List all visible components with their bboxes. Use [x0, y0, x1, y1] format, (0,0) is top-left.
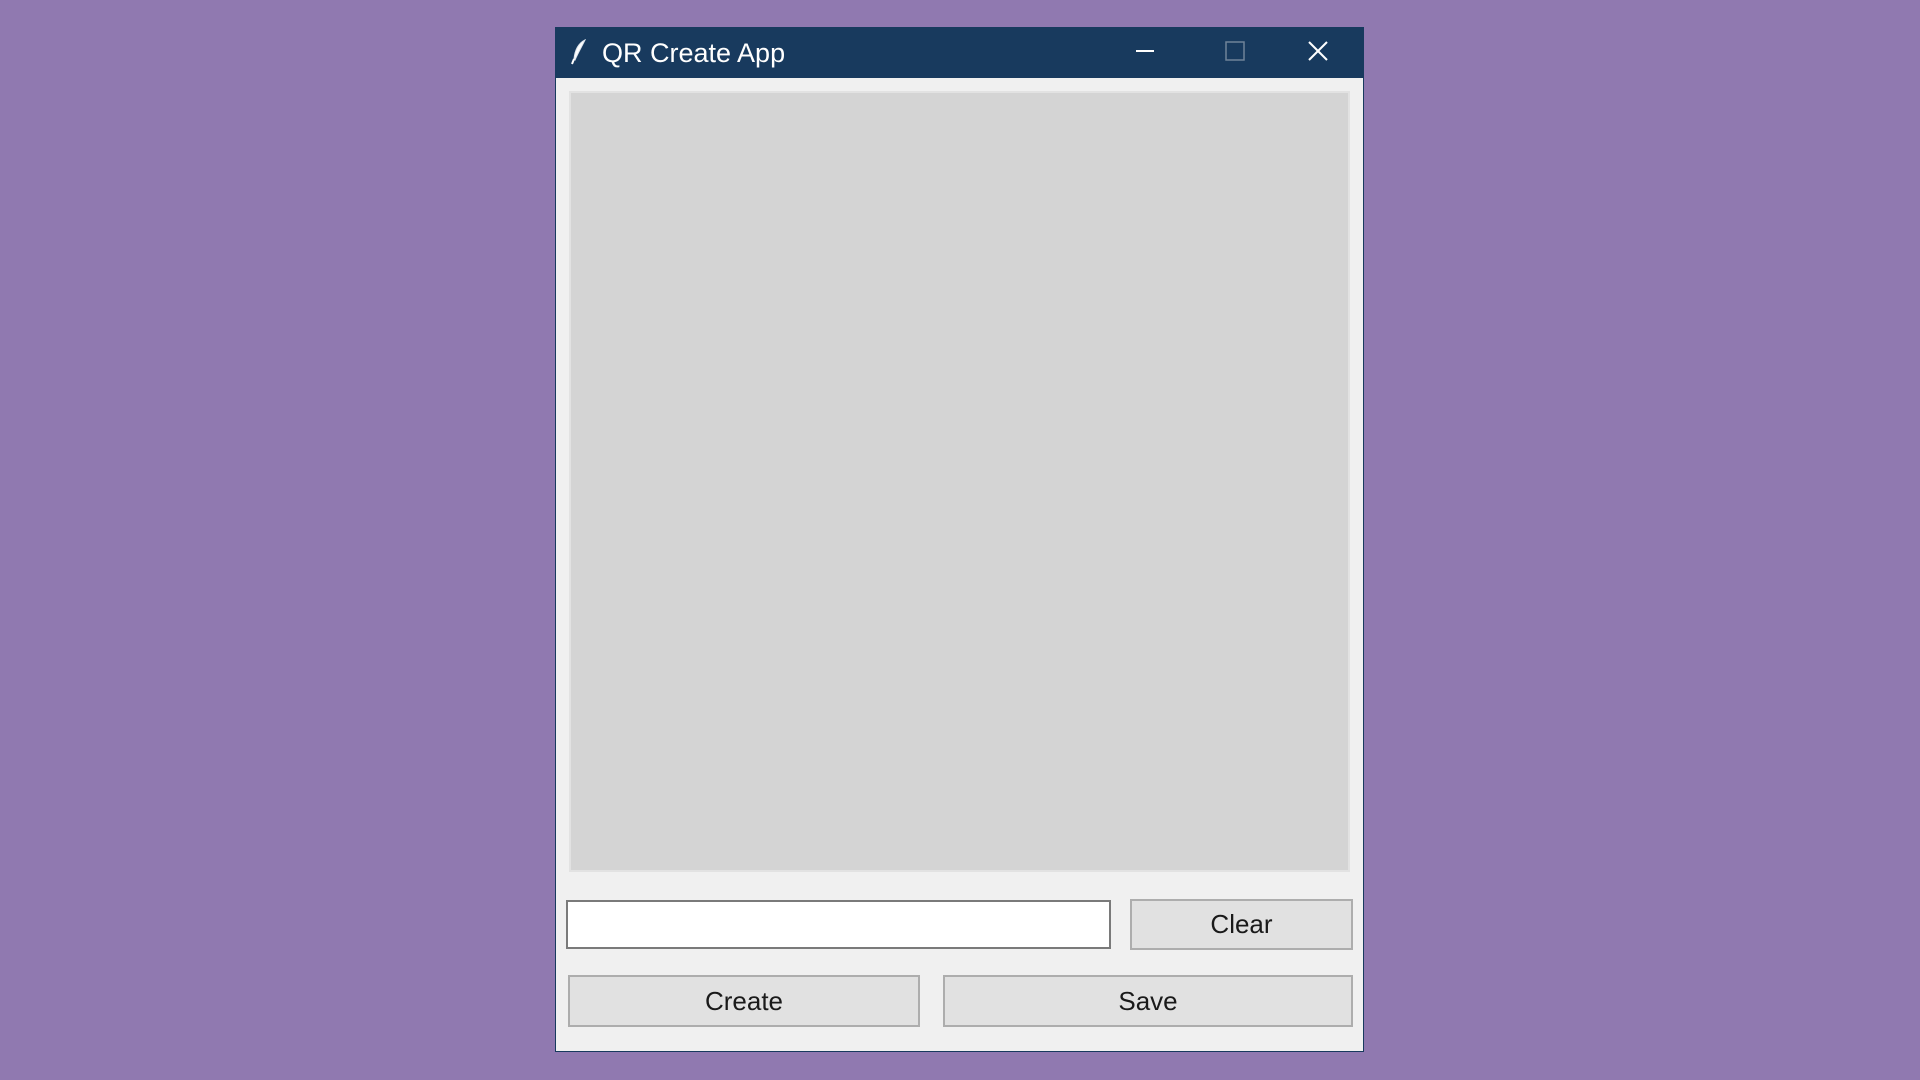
- title-bar[interactable]: QR Create App: [556, 28, 1363, 78]
- create-button[interactable]: Create: [568, 975, 920, 1027]
- qr-text-input[interactable]: [566, 900, 1111, 949]
- maximize-icon: [1224, 40, 1246, 67]
- close-button[interactable]: [1273, 28, 1363, 78]
- qr-display-canvas: [569, 91, 1350, 872]
- close-icon: [1307, 40, 1329, 67]
- minimize-icon: [1134, 40, 1156, 67]
- app-window: QR Create App Clear Create Save: [555, 27, 1364, 1052]
- window-title: QR Create App: [602, 38, 786, 68]
- desktop-background: QR Create App Clear Create Save: [0, 0, 1920, 1080]
- minimize-button[interactable]: [1100, 28, 1190, 78]
- feather-icon: [570, 38, 590, 65]
- clear-button[interactable]: Clear: [1130, 899, 1353, 950]
- save-button[interactable]: Save: [943, 975, 1353, 1027]
- maximize-button[interactable]: [1190, 28, 1280, 78]
